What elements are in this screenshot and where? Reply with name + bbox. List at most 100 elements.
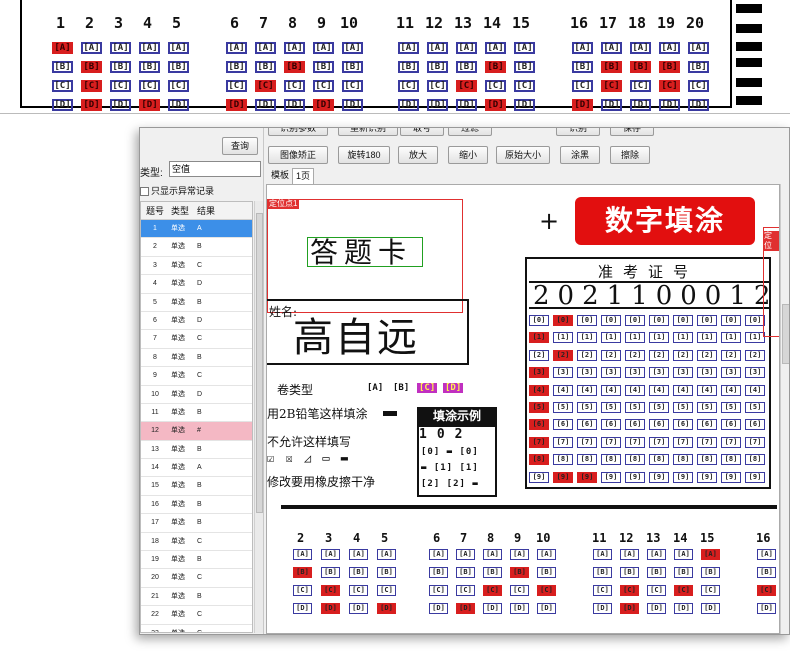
- toolbar: 识别参数 重新识别 取号 过滤 识别 保存 图像矫正 旋转180 放大 缩小 原…: [266, 128, 789, 168]
- answer-bubble: [D]: [168, 99, 189, 111]
- table-row[interactable]: 2 单选 B: [141, 238, 252, 257]
- sheet-canvas[interactable]: 定位点1 答题卡 姓名: 高自远 + 数字填涂 准考证号 2021100012 …: [266, 184, 780, 634]
- image-correct-button[interactable]: 图像矫正: [268, 146, 328, 164]
- answer-sheet-preview: 1 [A] [B] [C] [D] 2 [A] [B] [C] [D] 3 [A] [B] [C] [D] 4…: [0, 0, 790, 114]
- table-row[interactable]: 17 单选 B: [141, 514, 252, 533]
- rerecognize-button[interactable]: 重新识别: [338, 128, 398, 136]
- table-row[interactable]: 6 单选 D: [141, 312, 252, 331]
- example-row-1: ▬ [1] [1]: [421, 463, 479, 473]
- answer-bubble: [B]: [349, 567, 368, 578]
- question-number: 8: [487, 531, 495, 545]
- table-row[interactable]: 20 单选 C: [141, 569, 252, 588]
- table-row[interactable]: 11 单选 B: [141, 404, 252, 423]
- table-row[interactable]: 14 单选 A: [141, 459, 252, 478]
- scrollbar-thumb[interactable]: [256, 213, 263, 513]
- answer-bubble: [C]: [701, 585, 720, 596]
- table-row[interactable]: 18 单选 C: [141, 533, 252, 552]
- table-row[interactable]: 5 单选 B: [141, 294, 252, 312]
- answer-bubble: [D]: [701, 603, 720, 614]
- row-type: 单选: [171, 243, 185, 251]
- ticket-bubble: [1]: [745, 332, 765, 344]
- answer-bubble: [C]: [226, 80, 247, 92]
- ticket-bubble: [2]: [649, 349, 669, 361]
- table-row[interactable]: 12 单选 #: [141, 422, 252, 441]
- recognize-params-button[interactable]: 识别参数: [268, 128, 328, 136]
- row-type: 单选: [171, 335, 185, 343]
- table-row[interactable]: 8 单选 B: [141, 349, 252, 368]
- table-row[interactable]: 4 单选 D: [141, 275, 252, 294]
- answer-bubble: [B]: [427, 61, 448, 73]
- table-scrollbar[interactable]: [254, 201, 263, 633]
- zoom-out-button[interactable]: 缩小: [448, 146, 488, 164]
- row-type: 单选: [171, 316, 185, 324]
- ticket-bubble: [8]: [529, 454, 549, 466]
- row-result: D: [197, 390, 203, 398]
- digit-fill-badge: 数字填涂: [575, 197, 755, 245]
- answer-bubble: [C]: [313, 80, 334, 92]
- ticket-bubble: [8]: [625, 454, 645, 466]
- name-handwriting: 高自远: [293, 315, 419, 361]
- zoom-in-button[interactable]: 放大: [398, 146, 438, 164]
- answer-bubble: [C]: [647, 585, 666, 596]
- erase-button[interactable]: 擦除: [610, 146, 650, 164]
- table-row[interactable]: 7 单选 C: [141, 330, 252, 349]
- answer-bubble: [A]: [593, 549, 612, 560]
- row-result: C: [197, 261, 203, 269]
- table-row[interactable]: 19 单选 B: [141, 551, 252, 570]
- table-row[interactable]: 1 单选 A: [141, 220, 252, 239]
- blacken-button[interactable]: 涂黑: [560, 146, 600, 164]
- answer-bubble: [A]: [485, 42, 506, 54]
- ticket-bubble: [1]: [625, 332, 645, 344]
- answer-bubble: [D]: [110, 99, 131, 111]
- table-row[interactable]: 13 单选 B: [141, 441, 252, 460]
- row-number: 23: [144, 625, 166, 632]
- table-row[interactable]: 3 单选 C: [141, 257, 252, 276]
- ticket-bubble: [5]: [553, 402, 573, 413]
- ticket-bubble: [8]: [649, 454, 669, 466]
- abnormal-filter[interactable]: 只显示异常记录: [140, 184, 214, 197]
- ticket-bubble: [4]: [745, 384, 765, 396]
- rotate-180-button[interactable]: 旋转180: [338, 146, 390, 164]
- table-row[interactable]: 16 单选 B: [141, 496, 252, 515]
- table-row[interactable]: 9 单选 C: [141, 367, 252, 386]
- table-row[interactable]: 10 单选 D: [141, 386, 252, 404]
- save-button[interactable]: 保存: [610, 128, 654, 136]
- row-result: C: [197, 335, 203, 343]
- tab-template[interactable]: 模板: [268, 168, 292, 184]
- table-row[interactable]: 23 单选 C: [141, 625, 252, 632]
- crosshair-plus: +: [539, 207, 560, 235]
- ticket-bubble: [8]: [745, 454, 765, 466]
- question-number: 3: [114, 14, 124, 32]
- abnormal-checkbox[interactable]: [140, 187, 149, 197]
- answer-bubble: [D]: [630, 99, 651, 111]
- table-row[interactable]: 22 单选 C: [141, 606, 252, 625]
- tab-page-1[interactable]: 1页: [292, 168, 315, 184]
- ticket-bubble: [0]: [649, 315, 669, 326]
- answer-bubble: [D]: [537, 603, 556, 614]
- answer-bubble: [D]: [757, 603, 776, 614]
- answer-bubble: [D]: [456, 603, 475, 614]
- ticket-bubble: [7]: [601, 436, 621, 448]
- canvas-scrollbar[interactable]: [780, 184, 789, 634]
- ticket-bubble: [0]: [577, 315, 597, 326]
- ticket-bubble: [3]: [529, 367, 549, 379]
- recognize-button[interactable]: 识别: [556, 128, 600, 136]
- answer-bubble: [B]: [139, 61, 160, 73]
- ticket-bubble: [9]: [721, 471, 741, 483]
- scrollbar-thumb[interactable]: [782, 304, 789, 364]
- ticket-bubble: [7]: [697, 436, 717, 448]
- answer-bubble: [A]: [688, 42, 709, 54]
- table-row[interactable]: 15 单选 B: [141, 477, 252, 496]
- card-type-d: [D]: [443, 383, 464, 393]
- ticket-bubble: [3]: [553, 367, 573, 379]
- row-number: 15: [151, 482, 159, 490]
- question-number: 20: [686, 14, 705, 32]
- original-size-button[interactable]: 原始大小: [496, 146, 550, 164]
- query-button[interactable]: 查询: [222, 137, 258, 155]
- table-row[interactable]: 21 单选 B: [141, 588, 252, 607]
- answer-bubble: [C]: [429, 585, 448, 596]
- take-number-button[interactable]: 取号: [400, 128, 444, 136]
- filter-button[interactable]: 过滤: [448, 128, 492, 136]
- type-select[interactable]: 空值: [169, 161, 261, 177]
- ticket-bubble: [7]: [649, 436, 669, 448]
